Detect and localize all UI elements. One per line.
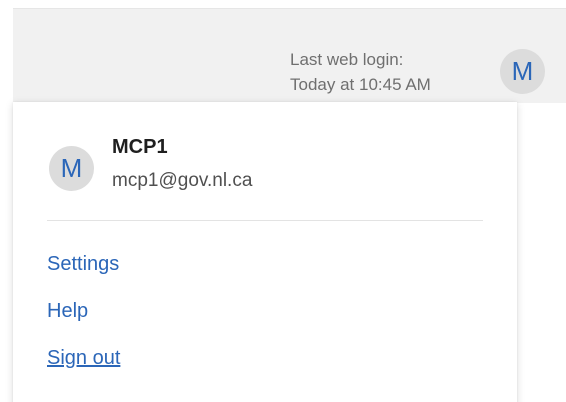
sign-out-link[interactable]: Sign out [47, 347, 120, 370]
account-menu-screen: Last web login: Today at 10:45 AM M M MC… [0, 0, 566, 402]
account-avatar-button[interactable]: M [500, 49, 545, 94]
last-login-label: Last web login: [290, 50, 404, 69]
profile-name: MCP1 [112, 136, 168, 158]
top-header-bar: Last web login: Today at 10:45 AM M [13, 8, 566, 103]
account-dropdown-menu: M MCP1 mcp1@gov.nl.ca Settings Help Sign… [13, 102, 517, 402]
profile-email: mcp1@gov.nl.ca [112, 170, 253, 191]
settings-link[interactable]: Settings [47, 253, 119, 276]
menu-divider [47, 220, 483, 221]
last-login-info: Last web login: Today at 10:45 AM [290, 47, 431, 97]
help-link[interactable]: Help [47, 300, 88, 323]
profile-avatar: M [49, 146, 94, 191]
last-login-time: Today at 10:45 AM [290, 75, 431, 94]
